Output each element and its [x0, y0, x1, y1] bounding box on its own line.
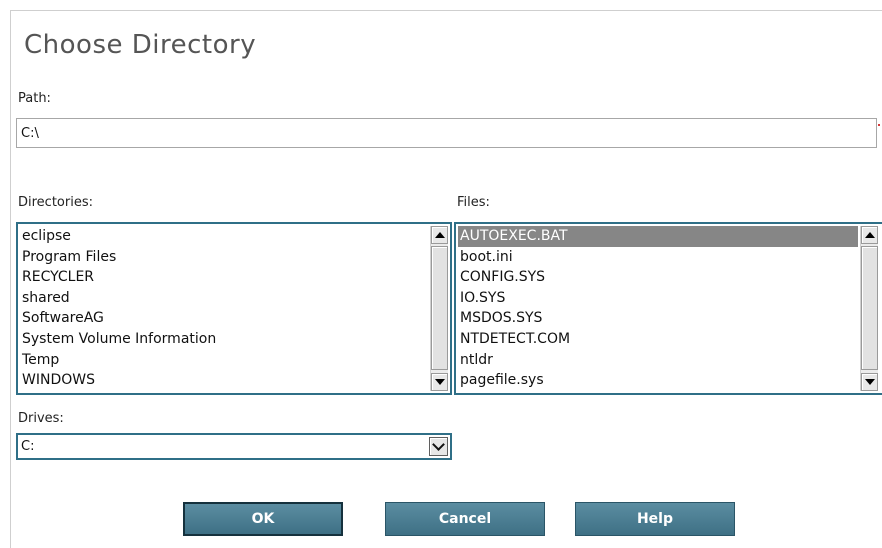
file-item-boot-ini[interactable]: boot.ini [458, 247, 858, 268]
file-item-autoexec-bat[interactable]: AUTOEXEC.BAT [458, 226, 858, 247]
files-scroll-down-button[interactable] [861, 373, 878, 391]
scroll-down-icon [434, 379, 445, 385]
directory-item-system-volume-information[interactable]: System Volume Information [20, 329, 430, 350]
directories-scrollbar[interactable] [430, 226, 448, 391]
directory-item-softwareag[interactable]: SoftwareAG [20, 308, 430, 329]
required-marker [878, 124, 880, 126]
files-scroll-thumb[interactable] [861, 246, 878, 370]
dropdown-arrow-icon [432, 438, 445, 451]
ok-button[interactable]: OK [183, 502, 343, 536]
dialog-title: Choose Directory [24, 30, 257, 60]
cancel-button[interactable]: Cancel [385, 502, 545, 536]
path-input[interactable] [16, 118, 877, 148]
files-label: Files: [457, 195, 490, 210]
file-item-io-sys[interactable]: IO.SYS [458, 288, 858, 309]
directory-item-windows[interactable]: WINDOWS [20, 370, 430, 391]
directories-listbox[interactable]: eclipse Program Files RECYCLER shared So… [16, 222, 452, 395]
file-item-pagefile-sys[interactable]: pagefile.sys [458, 370, 858, 391]
directories-scroll-up-button[interactable] [431, 226, 448, 244]
scroll-up-icon [434, 232, 445, 238]
directories-label: Directories: [18, 195, 93, 210]
dialog-border-left [10, 10, 11, 548]
directory-item-temp[interactable]: Temp [20, 350, 430, 371]
drives-select[interactable]: C: [16, 433, 452, 460]
scroll-up-icon [864, 232, 875, 238]
drives-selected-value: C: [21, 439, 35, 454]
file-item-config-sys[interactable]: CONFIG.SYS [458, 267, 858, 288]
path-label: Path: [18, 91, 51, 106]
directory-item-eclipse[interactable]: eclipse [20, 226, 430, 247]
files-scroll-up-button[interactable] [861, 226, 878, 244]
file-item-ntldr[interactable]: ntldr [458, 350, 858, 371]
directory-item-program-files[interactable]: Program Files [20, 247, 430, 268]
directories-scroll-down-button[interactable] [431, 373, 448, 391]
directories-items: eclipse Program Files RECYCLER shared So… [20, 226, 430, 391]
directory-item-shared[interactable]: shared [20, 288, 430, 309]
files-items: AUTOEXEC.BAT boot.ini CONFIG.SYS IO.SYS … [458, 226, 858, 391]
directories-scroll-thumb[interactable] [431, 246, 448, 370]
file-item-msdos-sys[interactable]: MSDOS.SYS [458, 308, 858, 329]
scroll-down-icon [864, 379, 875, 385]
directory-item-recycler[interactable]: RECYCLER [20, 267, 430, 288]
files-scrollbar[interactable] [860, 226, 878, 391]
dialog-border-top [10, 10, 882, 11]
file-item-ntdetect-com[interactable]: NTDETECT.COM [458, 329, 858, 350]
help-button[interactable]: Help [575, 502, 735, 536]
files-listbox[interactable]: AUTOEXEC.BAT boot.ini CONFIG.SYS IO.SYS … [454, 222, 882, 395]
drives-dropdown-button[interactable] [429, 437, 448, 456]
drives-label: Drives: [18, 411, 64, 426]
